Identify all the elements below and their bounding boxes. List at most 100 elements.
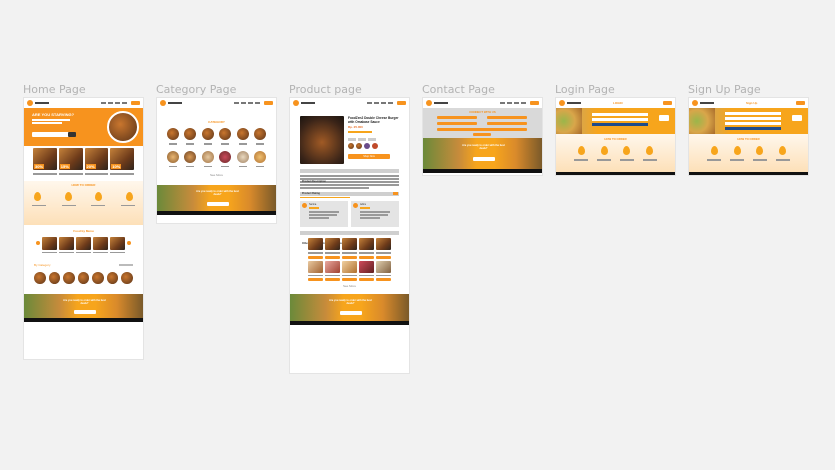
- nav-order-button[interactable]: [397, 101, 406, 105]
- signup-badge: [792, 115, 802, 121]
- recommended-product[interactable]: [342, 238, 357, 250]
- add-to-cart-button[interactable]: [376, 255, 391, 259]
- salad-image: [556, 108, 582, 134]
- nav-order-button[interactable]: [264, 101, 273, 105]
- add-to-cart-button[interactable]: [325, 255, 340, 259]
- discount-card[interactable]: 15%: [58, 148, 83, 170]
- hero-search-input[interactable]: [32, 132, 72, 137]
- category-item[interactable]: [77, 272, 90, 284]
- menu-item[interactable]: [59, 236, 74, 250]
- recommended-product[interactable]: [308, 260, 323, 273]
- category-item[interactable]: [236, 128, 249, 140]
- category-item[interactable]: [167, 128, 179, 140]
- signup-name-field[interactable]: [725, 112, 781, 115]
- recommended-product[interactable]: [308, 238, 323, 250]
- cta-text: Are you ready to order with the best dea…: [329, 299, 372, 305]
- add-to-cart-button[interactable]: [325, 278, 340, 281]
- menu-item[interactable]: [93, 236, 108, 250]
- category-item[interactable]: [48, 272, 61, 284]
- contact-submit-button[interactable]: [473, 133, 491, 136]
- food-by-menu-carousel: [24, 233, 143, 252]
- signup-password-field[interactable]: [725, 122, 781, 125]
- shop-now-button[interactable]: Shop Now: [348, 154, 390, 159]
- login-password-field[interactable]: [592, 118, 648, 121]
- signup-form-section: [689, 108, 808, 134]
- nav-order-button[interactable]: [663, 101, 672, 105]
- menu-item[interactable]: [76, 236, 91, 250]
- logo-icon: [293, 100, 299, 106]
- category-item[interactable]: [219, 150, 232, 163]
- contact-subject-field[interactable]: [487, 122, 527, 125]
- recommended-product[interactable]: [325, 238, 340, 250]
- signup-submit-button[interactable]: [725, 127, 781, 130]
- category-item[interactable]: [236, 150, 249, 163]
- add-to-cart-button[interactable]: [342, 255, 357, 259]
- contact-name-field[interactable]: [437, 116, 477, 119]
- discount-card[interactable]: 20%: [84, 148, 109, 170]
- signup-email-field[interactable]: [725, 117, 781, 120]
- order-icon: [600, 146, 608, 155]
- review-cards: Sarina Adira: [290, 199, 409, 229]
- logo-text: [35, 102, 49, 104]
- add-to-cart-button[interactable]: [359, 278, 374, 281]
- nav-order-button[interactable]: [530, 101, 539, 105]
- add-to-cart-button[interactable]: [342, 278, 357, 281]
- menu-item[interactable]: [110, 236, 125, 250]
- contact-message-field[interactable]: [437, 128, 527, 131]
- recommended-product[interactable]: [376, 238, 391, 250]
- category-item[interactable]: [184, 128, 197, 140]
- home-page-frame[interactable]: ARE YOU STARVING? 30% 15% 20% 10% HOW TO…: [23, 97, 144, 360]
- contact-phone-field[interactable]: [437, 122, 477, 125]
- recommended-product[interactable]: [376, 260, 391, 273]
- frame-label-signup: Sign Up Page: [688, 83, 761, 96]
- category-item[interactable]: [219, 128, 232, 140]
- category-item[interactable]: [121, 272, 134, 284]
- product-see-more[interactable]: See More: [290, 284, 409, 288]
- login-page-frame[interactable]: LOGIN HOW TO ORDER: [555, 97, 676, 176]
- add-to-cart-button[interactable]: [308, 278, 323, 281]
- footer: [290, 321, 409, 325]
- hero-search-button[interactable]: [68, 132, 76, 137]
- category-item[interactable]: [253, 150, 266, 163]
- carousel-next-icon[interactable]: [127, 241, 131, 245]
- category-item[interactable]: [34, 272, 46, 284]
- recommended-product[interactable]: [359, 260, 374, 273]
- category-item[interactable]: [92, 272, 104, 284]
- contact-email-field[interactable]: [487, 116, 527, 119]
- add-to-cart-button[interactable]: [308, 255, 323, 259]
- category-item[interactable]: [201, 150, 214, 163]
- add-to-cart-button[interactable]: [376, 278, 391, 281]
- nav-order-button[interactable]: [131, 101, 140, 105]
- cta-order-button[interactable]: [473, 157, 495, 161]
- discount-card[interactable]: 30%: [33, 148, 57, 170]
- discount-card[interactable]: 10%: [110, 148, 134, 170]
- product-page-frame[interactable]: FoodZen2 Double Cheese Burger with Omaka…: [289, 97, 410, 374]
- signup-page-frame[interactable]: Sign Up HOW TO ORDER: [688, 97, 809, 176]
- login-submit-button[interactable]: [592, 123, 648, 126]
- carousel-prev-icon[interactable]: [36, 241, 40, 245]
- menu-item[interactable]: [42, 236, 57, 250]
- category-item[interactable]: [106, 272, 119, 284]
- login-email-field[interactable]: [592, 113, 648, 116]
- category-page-frame[interactable]: CATEGORY See More Are you ready to order…: [156, 97, 277, 224]
- category-item[interactable]: [184, 150, 197, 163]
- recommended-product[interactable]: [325, 260, 340, 273]
- category-item[interactable]: [201, 128, 214, 140]
- recommended-product[interactable]: [359, 238, 374, 250]
- signup-title: Sign Up: [746, 101, 758, 105]
- category-see-more[interactable]: See More: [157, 173, 276, 177]
- category-item[interactable]: [167, 150, 179, 163]
- contact-page-frame[interactable]: CONNECT WITH US Are you ready to order w…: [422, 97, 543, 176]
- add-to-cart-button[interactable]: [359, 255, 374, 259]
- category-item[interactable]: [253, 128, 266, 140]
- nav-order-button[interactable]: [796, 101, 805, 105]
- footer: [689, 172, 808, 175]
- cta-order-button[interactable]: [74, 310, 96, 314]
- category-item[interactable]: [63, 272, 75, 284]
- how-to-order-title: HOW TO ORDER: [604, 137, 627, 141]
- cta-order-button[interactable]: [207, 202, 229, 206]
- category-grid-row-1: [157, 124, 276, 142]
- recommended-product[interactable]: [342, 260, 357, 273]
- logo-icon: [27, 100, 33, 106]
- cta-order-button[interactable]: [340, 311, 362, 315]
